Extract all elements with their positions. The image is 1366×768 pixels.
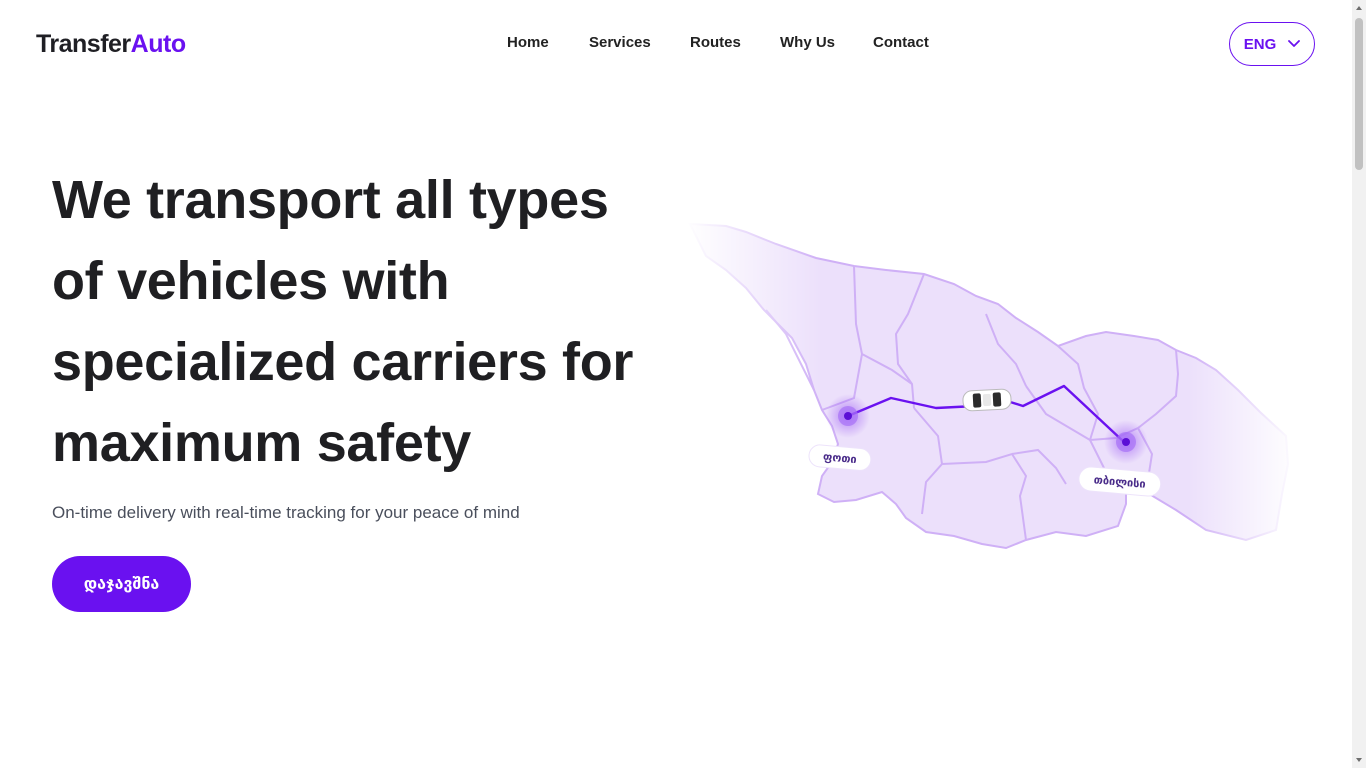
chevron-down-icon xyxy=(1288,40,1301,47)
scroll-down-icon[interactable] xyxy=(1355,756,1363,764)
language-label: ENG xyxy=(1243,35,1277,53)
country-shape xyxy=(686,214,1298,554)
destination-marker xyxy=(1104,420,1148,464)
scroll-up-icon[interactable] xyxy=(1355,4,1363,12)
nav-home[interactable]: Home xyxy=(507,34,549,51)
nav-routes[interactable]: Routes xyxy=(690,34,741,51)
book-button[interactable]: დაჯავშნა xyxy=(52,556,191,612)
language-selector[interactable]: ENG xyxy=(1229,22,1315,66)
nav-contact[interactable]: Contact xyxy=(873,34,929,51)
hero-title: We transport all types of vehicles with … xyxy=(52,170,634,473)
nav-why-us[interactable]: Why Us xyxy=(780,34,835,51)
scroll-thumb[interactable] xyxy=(1355,18,1363,170)
nav-services[interactable]: Services xyxy=(589,34,651,51)
route-map: ფოთი თბილისი xyxy=(686,214,1298,554)
origin-marker xyxy=(826,394,870,438)
page-scrollbar[interactable] xyxy=(1352,0,1366,768)
car-icon xyxy=(962,388,1012,412)
hero-subtitle: On-time delivery with real-time tracking… xyxy=(52,503,520,522)
main-nav: Home Services Routes Why Us Contact xyxy=(0,34,1366,54)
